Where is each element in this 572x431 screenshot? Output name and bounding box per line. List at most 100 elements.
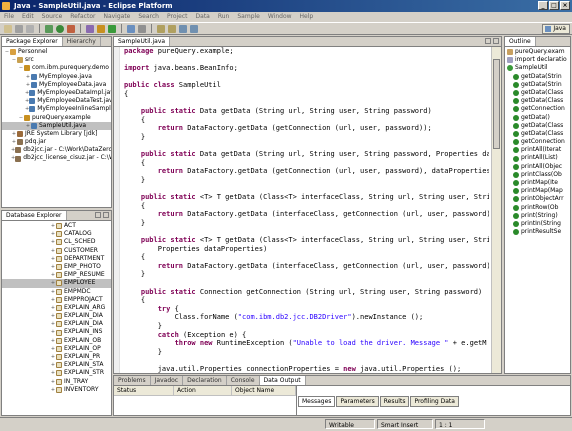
scroll-thumb[interactable]	[493, 59, 500, 149]
database-table-item[interactable]: + EXPLAIN_DIA	[2, 320, 111, 328]
tree-item[interactable]: + SampleUtil.java	[2, 121, 111, 130]
maximize-editor-icon[interactable]	[493, 38, 499, 44]
database-table-item[interactable]: + EMP_RESUME	[2, 271, 111, 279]
tab-declaration[interactable]: Declaration	[183, 376, 227, 385]
outline-item[interactable]: getData(Class	[505, 97, 570, 105]
tree-item[interactable]: + MyEmployeeData.java	[2, 81, 111, 89]
tree-item[interactable]: +MyEmployeeInlineSample.java	[2, 105, 111, 113]
outline-item[interactable]: printMap(Ite	[505, 179, 570, 187]
tab-database-explorer[interactable]: Database Explorer	[2, 211, 67, 220]
menu-refactor[interactable]: Refactor	[70, 12, 95, 22]
tree-item[interactable]: − pureQuery.example	[2, 114, 111, 122]
back-icon[interactable]	[179, 24, 187, 33]
perspective-java[interactable]: Java	[542, 24, 570, 34]
code-area[interactable]: package pureQuery.example; import java.b…	[124, 47, 489, 373]
menu-edit[interactable]: Edit	[22, 12, 34, 22]
database-table-item[interactable]: + ACT	[2, 222, 111, 230]
database-table-item[interactable]: + EXPLAIN_ARG	[2, 304, 111, 312]
tab-data-output[interactable]: Data Output	[259, 376, 306, 385]
database-table-item[interactable]: + EMPLOYEE	[2, 279, 111, 288]
tab-sampleutil-java[interactable]: SampleUtil.java	[114, 37, 171, 46]
database-table-item[interactable]: + EXPLAIN_PR	[2, 353, 111, 361]
database-table-item[interactable]: + EXPLAIN_OP	[2, 345, 111, 353]
forward-icon[interactable]	[190, 24, 198, 33]
subtab-results[interactable]: Results	[379, 396, 410, 407]
tree-item[interactable]: + JRE System Library [jdk]	[2, 130, 111, 138]
outline-item[interactable]: getData(Class	[505, 89, 570, 97]
minimize-editor-icon[interactable]	[485, 38, 491, 44]
tree-item[interactable]: + pdq.jar	[2, 138, 111, 146]
database-table-item[interactable]: + EMPMDC	[2, 288, 111, 296]
menu-run[interactable]: Run	[218, 12, 230, 22]
menu-window[interactable]: Window	[268, 12, 292, 22]
new-java-project-icon[interactable]	[86, 24, 94, 33]
subtab-parameters[interactable]: Parameters	[336, 396, 379, 407]
open-type-icon[interactable]	[127, 24, 135, 33]
tab-hierarchy[interactable]: Hierarchy	[63, 37, 101, 46]
minimize-button[interactable]: _	[538, 1, 548, 10]
editor-scrollbar[interactable]	[491, 47, 501, 373]
database-table-item[interactable]: + EMPPROJACT	[2, 296, 111, 304]
tab-console[interactable]: Console	[227, 376, 260, 385]
database-table-item[interactable]: + EXPLAIN_DIA	[2, 312, 111, 320]
tree-item[interactable]: + MyEmployee.java	[2, 73, 111, 81]
column-action[interactable]: Action	[174, 386, 232, 395]
tab-outline[interactable]: Outline	[505, 37, 536, 46]
outline-item[interactable]: printAll(List)	[505, 154, 570, 162]
outline-item[interactable]: getConnection	[505, 105, 570, 113]
tree-item[interactable]: − Personnel	[2, 48, 111, 56]
outline-item[interactable]: getData(Class	[505, 130, 570, 138]
tab-package-explorer[interactable]: Package Explorer	[2, 37, 63, 46]
subtab-profiling-data[interactable]: Profiling Data	[410, 396, 459, 407]
database-table-item[interactable]: + DEPARTMENT	[2, 255, 111, 263]
tree-item[interactable]: + db2jcc_license_cisuz.jar - C:\W	[2, 154, 111, 162]
menu-search[interactable]: Search	[138, 12, 159, 22]
outline-item[interactable]: getConnection	[505, 138, 570, 146]
outline-item[interactable]: getData(Strin	[505, 81, 570, 89]
tree-item[interactable]: − src	[2, 56, 111, 64]
database-table-item[interactable]: + EXPLAIN_STA	[2, 361, 111, 369]
outline-item[interactable]: printClass(Ob	[505, 171, 570, 179]
database-table-item[interactable]: + INVENTORY	[2, 386, 111, 394]
subtab-messages[interactable]: Messages	[298, 396, 336, 407]
menu-navigate[interactable]: Navigate	[103, 12, 130, 22]
tree-item[interactable]: + MyEmployeeDataImpl.java	[2, 89, 111, 97]
outline-item[interactable]: printAll(Objec	[505, 163, 570, 171]
debug-icon[interactable]	[45, 24, 53, 33]
outline-item[interactable]: printMap(Map	[505, 187, 570, 195]
print-icon[interactable]	[26, 24, 34, 33]
database-table-item[interactable]: + EMP_PHOTO	[2, 263, 111, 271]
database-table-item[interactable]: + CL_SCHED	[2, 238, 111, 246]
menu-sample[interactable]: Sample	[237, 12, 260, 22]
database-table-item[interactable]: + CATALOG	[2, 230, 111, 238]
new-class-icon[interactable]	[108, 24, 116, 33]
database-table-item[interactable]: + EXPLAIN_INS	[2, 328, 111, 336]
tab-problems[interactable]: Problems	[114, 376, 151, 385]
database-table-item[interactable]: + IN_TRAY	[2, 378, 111, 386]
column-status[interactable]: Status	[114, 386, 174, 395]
menu-project[interactable]: Project	[167, 12, 188, 22]
database-table-item[interactable]: + CUSTOMER	[2, 247, 111, 255]
outline-item[interactable]: printRow(Ob	[505, 204, 570, 212]
outline-item[interactable]: printAll(Iterat	[505, 146, 570, 154]
outline-item[interactable]: print(String)	[505, 212, 570, 220]
tree-item[interactable]: + db2jcc.jar - C:\Work\DataZero\	[2, 146, 111, 154]
outline-item[interactable]: printIn(String	[505, 220, 570, 228]
minimize-view-icon[interactable]	[95, 212, 101, 218]
menu-help[interactable]: Help	[300, 12, 314, 22]
outline-item[interactable]: SampleUtil	[505, 64, 570, 72]
run-icon[interactable]	[56, 24, 64, 33]
save-icon[interactable]	[15, 24, 23, 33]
maximize-view-icon[interactable]	[103, 212, 109, 218]
new-package-icon[interactable]	[97, 24, 105, 33]
outline-item[interactable]: pureQuery.exam	[505, 48, 570, 56]
maximize-button[interactable]: □	[549, 1, 559, 10]
outline-item[interactable]: printResultSe	[505, 228, 570, 236]
database-table-item[interactable]: + EXPLAIN_OB	[2, 337, 111, 345]
search-icon[interactable]	[138, 24, 146, 33]
outline-item[interactable]: getData(Class	[505, 122, 570, 130]
tree-item[interactable]: + MyEmployeeDataTest.java	[2, 97, 111, 105]
outline-item[interactable]: printObjectArr	[505, 195, 570, 203]
java-editor[interactable]: SampleUtil.java package pureQuery.exampl…	[113, 36, 502, 374]
outline-item[interactable]: getData(Strin	[505, 73, 570, 81]
